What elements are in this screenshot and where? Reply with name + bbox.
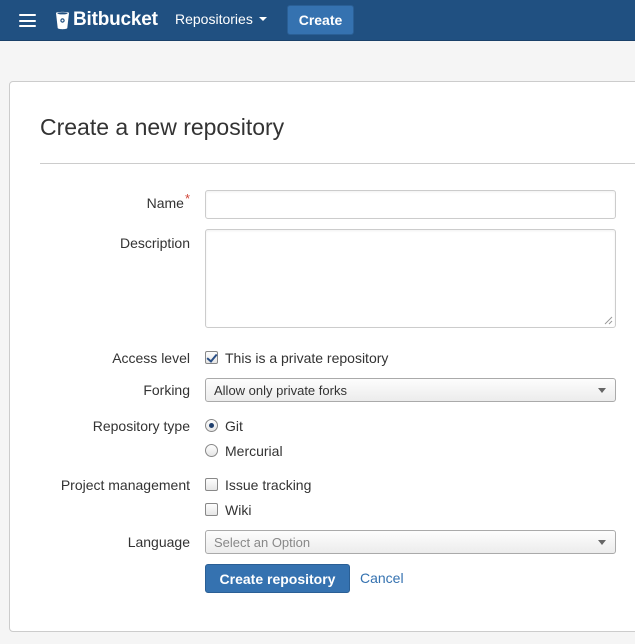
name-label: Name	[146, 195, 184, 211]
resize-handle-icon[interactable]	[603, 315, 613, 325]
title-divider	[40, 163, 635, 164]
description-textarea[interactable]	[205, 229, 616, 328]
private-repository-checkbox[interactable]	[205, 351, 218, 364]
forking-select[interactable]: Allow only private forks	[205, 378, 616, 402]
private-repository-label: This is a private repository	[225, 350, 389, 366]
repository-type-label: Repository type	[92, 418, 190, 434]
language-select[interactable]: Select an Option	[205, 530, 616, 554]
mercurial-radio[interactable]	[205, 444, 218, 457]
chevron-down-icon	[598, 540, 606, 545]
required-asterisk: *	[184, 191, 190, 206]
repositories-label: Repositories	[175, 11, 253, 27]
chevron-down-icon	[258, 17, 267, 22]
name-label-row: Name*	[0, 191, 190, 211]
mercurial-label: Mercurial	[225, 443, 283, 459]
issue-tracking-label: Issue tracking	[225, 477, 312, 493]
cancel-link[interactable]: Cancel	[360, 570, 404, 586]
forking-selected-value: Allow only private forks	[214, 383, 347, 398]
bucket-icon	[56, 11, 69, 29]
wiki-label: Wiki	[225, 502, 252, 518]
issue-tracking-checkbox[interactable]	[205, 478, 218, 491]
hamburger-menu-icon[interactable]	[19, 14, 36, 27]
page-title: Create a new repository	[40, 114, 285, 140]
repositories-menu[interactable]: Repositories	[175, 11, 267, 27]
access-level-label: Access level	[112, 350, 190, 366]
language-placeholder: Select an Option	[214, 535, 311, 550]
logo-text: Bitbucket	[73, 9, 158, 30]
wiki-checkbox[interactable]	[205, 503, 218, 516]
git-radio[interactable]	[205, 419, 218, 432]
git-label: Git	[225, 418, 243, 434]
top-nav-bar: Bitbucket Repositories Create	[0, 0, 635, 41]
description-label: Description	[119, 235, 190, 251]
language-label: Language	[127, 534, 190, 550]
create-repository-button[interactable]: Create repository	[205, 564, 350, 593]
forking-label: Forking	[143, 382, 190, 398]
create-button[interactable]: Create	[287, 5, 354, 35]
chevron-down-icon	[598, 388, 606, 393]
name-input[interactable]	[205, 190, 616, 219]
bitbucket-logo[interactable]: Bitbucket	[55, 9, 158, 31]
project-management-label: Project management	[60, 477, 190, 493]
